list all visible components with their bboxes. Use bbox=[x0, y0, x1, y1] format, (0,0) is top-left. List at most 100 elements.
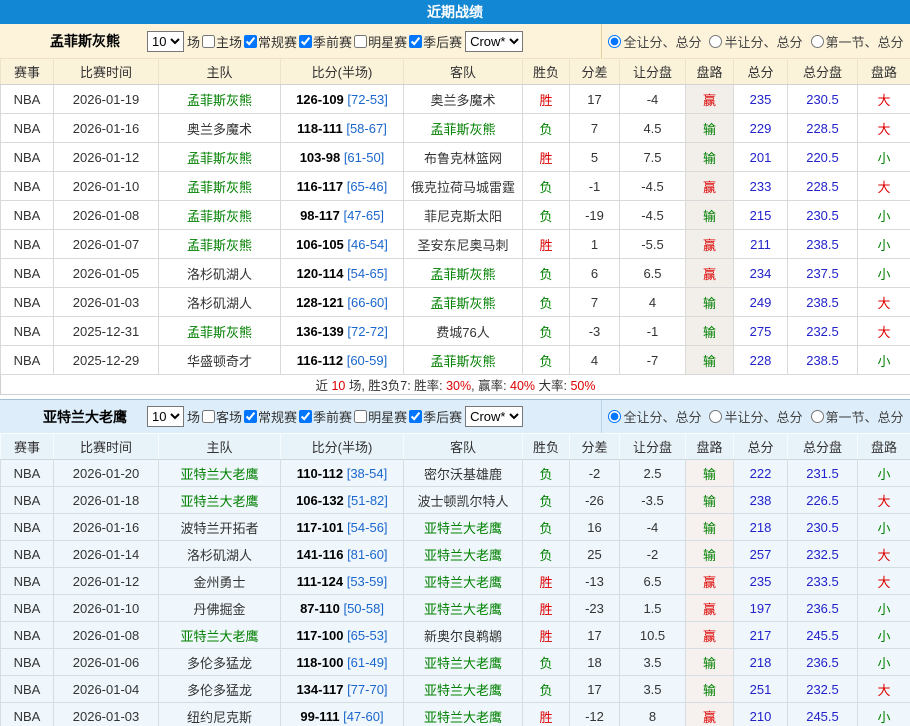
away-team-cell[interactable]: 孟菲斯灰熊 bbox=[404, 288, 523, 317]
filter-checkbox[interactable] bbox=[244, 410, 257, 423]
home-team-cell[interactable]: 纽约尼克斯 bbox=[159, 703, 281, 726]
home-team-cell[interactable]: 孟菲斯灰熊 bbox=[159, 172, 281, 201]
half-score: [38-54] bbox=[347, 466, 387, 481]
score-cell[interactable]: 87-110 [50-58] bbox=[281, 595, 404, 622]
line-type-radio[interactable] bbox=[811, 410, 824, 423]
away-team-cell[interactable]: 俄克拉荷马城雷霆 bbox=[404, 172, 523, 201]
home-team-cell[interactable]: 多伦多猛龙 bbox=[159, 676, 281, 703]
handicap-result-cell: 输 bbox=[686, 514, 734, 541]
score-cell[interactable]: 141-116 [81-60] bbox=[281, 541, 404, 568]
result-cell: 胜 bbox=[523, 622, 570, 649]
line-type-radio[interactable] bbox=[608, 35, 621, 48]
score-cell[interactable]: 134-117 [77-70] bbox=[281, 676, 404, 703]
full-score: 118-100 bbox=[296, 655, 343, 670]
away-team-cell[interactable]: 费城76人 bbox=[404, 317, 523, 346]
filter-checkbox[interactable] bbox=[299, 35, 312, 48]
home-team-cell[interactable]: 孟菲斯灰熊 bbox=[159, 143, 281, 172]
away-team-cell[interactable]: 亚特兰大老鹰 bbox=[404, 649, 523, 676]
score-cell[interactable]: 128-121 [66-60] bbox=[281, 288, 404, 317]
away-team-cell[interactable]: 奥兰多魔术 bbox=[404, 85, 523, 114]
over-under-cell: 小 bbox=[858, 460, 910, 487]
away-team-cell[interactable]: 新奥尔良鹈鹕 bbox=[404, 622, 523, 649]
table-row: NBA2026-01-10丹佛掘金87-110 [50-58]亚特兰大老鹰胜-2… bbox=[1, 595, 910, 622]
home-team-cell[interactable]: 亚特兰大老鹰 bbox=[159, 460, 281, 487]
score-cell[interactable]: 120-114 [54-65] bbox=[281, 259, 404, 288]
away-team-cell[interactable]: 亚特兰大老鹰 bbox=[404, 541, 523, 568]
away-team-cell[interactable]: 亚特兰大老鹰 bbox=[404, 676, 523, 703]
column-header: 总分盘 bbox=[788, 434, 858, 460]
score-cell[interactable]: 106-105 [46-54] bbox=[281, 230, 404, 259]
home-team-cell[interactable]: 孟菲斯灰熊 bbox=[159, 317, 281, 346]
home-team-cell[interactable]: 华盛顿奇才 bbox=[159, 346, 281, 375]
home-team-cell[interactable]: 金州勇士 bbox=[159, 568, 281, 595]
home-team-cell[interactable]: 亚特兰大老鹰 bbox=[159, 487, 281, 514]
away-team-cell[interactable]: 菲尼克斯太阳 bbox=[404, 201, 523, 230]
handicap-result-cell: 赢 bbox=[686, 85, 734, 114]
home-team-cell[interactable]: 多伦多猛龙 bbox=[159, 649, 281, 676]
away-team-cell[interactable]: 亚特兰大老鹰 bbox=[404, 514, 523, 541]
home-team-cell[interactable]: 亚特兰大老鹰 bbox=[159, 622, 281, 649]
home-team-cell[interactable]: 孟菲斯灰熊 bbox=[159, 85, 281, 114]
score-cell[interactable]: 110-112 [38-54] bbox=[281, 460, 404, 487]
score-cell[interactable]: 117-100 [65-53] bbox=[281, 622, 404, 649]
filter-checkbox[interactable] bbox=[244, 35, 257, 48]
league-cell: NBA bbox=[1, 259, 54, 288]
results-table-2: 赛事比赛时间主队比分(半场)客队胜负分差让分盘盘路总分总分盘盘路 NBA2026-… bbox=[0, 433, 910, 726]
away-team-cell[interactable]: 亚特兰大老鹰 bbox=[404, 703, 523, 726]
games-count-select[interactable]: 10 bbox=[147, 406, 184, 427]
score-cell[interactable]: 116-117 [65-46] bbox=[281, 172, 404, 201]
away-team-cell[interactable]: 孟菲斯灰熊 bbox=[404, 346, 523, 375]
handicap-result-cell: 赢 bbox=[686, 172, 734, 201]
filter-checkbox[interactable] bbox=[202, 410, 215, 423]
filter-checkbox[interactable] bbox=[299, 410, 312, 423]
home-team-cell[interactable]: 波特兰开拓者 bbox=[159, 514, 281, 541]
home-team-cell[interactable]: 洛杉矶湖人 bbox=[159, 288, 281, 317]
away-team-cell[interactable]: 亚特兰大老鹰 bbox=[404, 595, 523, 622]
half-score: [72-72] bbox=[347, 324, 387, 339]
filter-checkbox[interactable] bbox=[354, 410, 367, 423]
score-cell[interactable]: 116-112 [60-59] bbox=[281, 346, 404, 375]
line-type-radio[interactable] bbox=[608, 410, 621, 423]
score-cell[interactable]: 111-124 [53-59] bbox=[281, 568, 404, 595]
handicap-result-cell: 赢 bbox=[686, 595, 734, 622]
filter-checkbox[interactable] bbox=[409, 410, 422, 423]
home-team-cell[interactable]: 丹佛掘金 bbox=[159, 595, 281, 622]
full-score: 117-100 bbox=[296, 628, 343, 643]
table-header-row: 赛事比赛时间主队比分(半场)客队胜负分差让分盘盘路总分总分盘盘路 bbox=[1, 434, 910, 460]
handicap-result-cell: 赢 bbox=[686, 568, 734, 595]
away-team-cell[interactable]: 孟菲斯灰熊 bbox=[404, 114, 523, 143]
filter-checkbox[interactable] bbox=[202, 35, 215, 48]
away-team-cell[interactable]: 密尔沃基雄鹿 bbox=[404, 460, 523, 487]
score-cell[interactable]: 118-100 [61-49] bbox=[281, 649, 404, 676]
point-diff-cell: -23 bbox=[570, 595, 620, 622]
filter-checkbox[interactable] bbox=[354, 35, 367, 48]
bookmaker-select[interactable]: Crow* bbox=[465, 31, 523, 52]
score-cell[interactable]: 106-132 [51-82] bbox=[281, 487, 404, 514]
score-cell[interactable]: 118-111 [58-67] bbox=[281, 114, 404, 143]
home-team-cell[interactable]: 孟菲斯灰熊 bbox=[159, 230, 281, 259]
away-team-cell[interactable]: 布鲁克林篮网 bbox=[404, 143, 523, 172]
score-cell[interactable]: 126-109 [72-53] bbox=[281, 85, 404, 114]
away-team-cell[interactable]: 孟菲斯灰熊 bbox=[404, 259, 523, 288]
games-count-select[interactable]: 10 bbox=[147, 31, 184, 52]
page-title: 近期战绩 bbox=[0, 0, 910, 24]
home-team-cell[interactable]: 洛杉矶湖人 bbox=[159, 259, 281, 288]
line-type-radio[interactable] bbox=[811, 35, 824, 48]
home-team-cell[interactable]: 洛杉矶湖人 bbox=[159, 541, 281, 568]
score-cell[interactable]: 103-98 [61-50] bbox=[281, 143, 404, 172]
bookmaker-select[interactable]: Crow* bbox=[465, 406, 523, 427]
total-line-cell: 237.5 bbox=[788, 259, 858, 288]
away-team-cell[interactable]: 圣安东尼奥马刺 bbox=[404, 230, 523, 259]
away-team-cell[interactable]: 波士顿凯尔特人 bbox=[404, 487, 523, 514]
score-cell[interactable]: 117-101 [54-56] bbox=[281, 514, 404, 541]
score-cell[interactable]: 99-111 [47-60] bbox=[281, 703, 404, 726]
home-team-cell[interactable]: 孟菲斯灰熊 bbox=[159, 201, 281, 230]
score-cell[interactable]: 136-139 [72-72] bbox=[281, 317, 404, 346]
filter-checkbox[interactable] bbox=[409, 35, 422, 48]
line-type-radio[interactable] bbox=[709, 410, 722, 423]
score-cell[interactable]: 98-117 [47-65] bbox=[281, 201, 404, 230]
line-type-radio-label: 第一节、总分 bbox=[826, 407, 904, 426]
home-team-cell[interactable]: 奥兰多魔术 bbox=[159, 114, 281, 143]
line-type-radio[interactable] bbox=[709, 35, 722, 48]
away-team-cell[interactable]: 亚特兰大老鹰 bbox=[404, 568, 523, 595]
